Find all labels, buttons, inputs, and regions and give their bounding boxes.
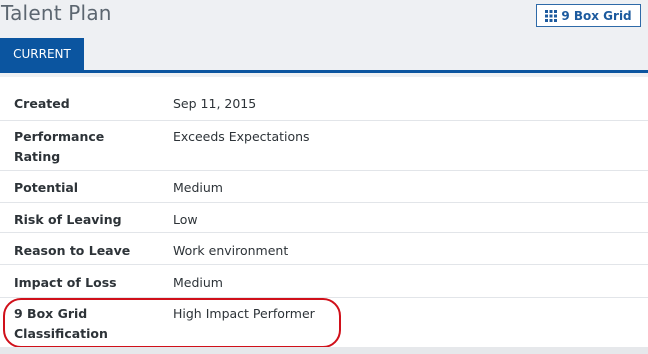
detail-label: 9 Box Grid Classification	[14, 306, 108, 341]
detail-row-nine-box-classification: 9 Box Grid Classification High Impact Pe…	[0, 297, 648, 347]
detail-label: Potential	[14, 180, 79, 195]
grid-icon	[545, 9, 558, 22]
page-header: Talent Plan 9 Box Grid	[0, 0, 648, 34]
tab-current[interactable]: CURRENT	[0, 38, 84, 70]
detail-value: Medium	[173, 275, 223, 290]
detail-value: Sep 11, 2015	[173, 96, 257, 111]
detail-label: Reason to Leave	[14, 243, 131, 258]
nine-box-grid-button[interactable]: 9 Box Grid	[536, 4, 641, 27]
detail-value: Exceeds Expectations	[173, 129, 310, 144]
detail-row-potential: Potential Medium	[0, 170, 648, 202]
detail-value: Medium	[173, 180, 223, 195]
nine-box-grid-button-label: 9 Box Grid	[561, 8, 632, 23]
page-title: Talent Plan	[1, 1, 112, 25]
detail-value: Work environment	[173, 243, 289, 258]
detail-label: Risk of Leaving	[14, 212, 122, 227]
detail-row-risk-of-leaving: Risk of Leaving Low	[0, 202, 648, 232]
talent-plan-details: Created Sep 11, 2015 Performance Rating …	[0, 77, 648, 354]
detail-row-performance-rating: Performance Rating Exceeds Expectations	[0, 120, 648, 169]
detail-value: Low	[173, 212, 198, 227]
detail-label: Performance Rating	[14, 129, 105, 164]
detail-value: High Impact Performer	[173, 306, 315, 321]
detail-label: Created	[14, 96, 70, 111]
detail-label: Impact of Loss	[14, 275, 117, 290]
detail-row-impact-of-loss: Impact of Loss Medium	[0, 264, 648, 297]
tab-bar: CURRENT	[0, 38, 648, 73]
tab-underline	[0, 70, 648, 73]
detail-row-reason-to-leave: Reason to Leave Work environment	[0, 232, 648, 264]
bottom-bar	[0, 347, 648, 354]
detail-row-created: Created Sep 11, 2015	[0, 85, 648, 115]
